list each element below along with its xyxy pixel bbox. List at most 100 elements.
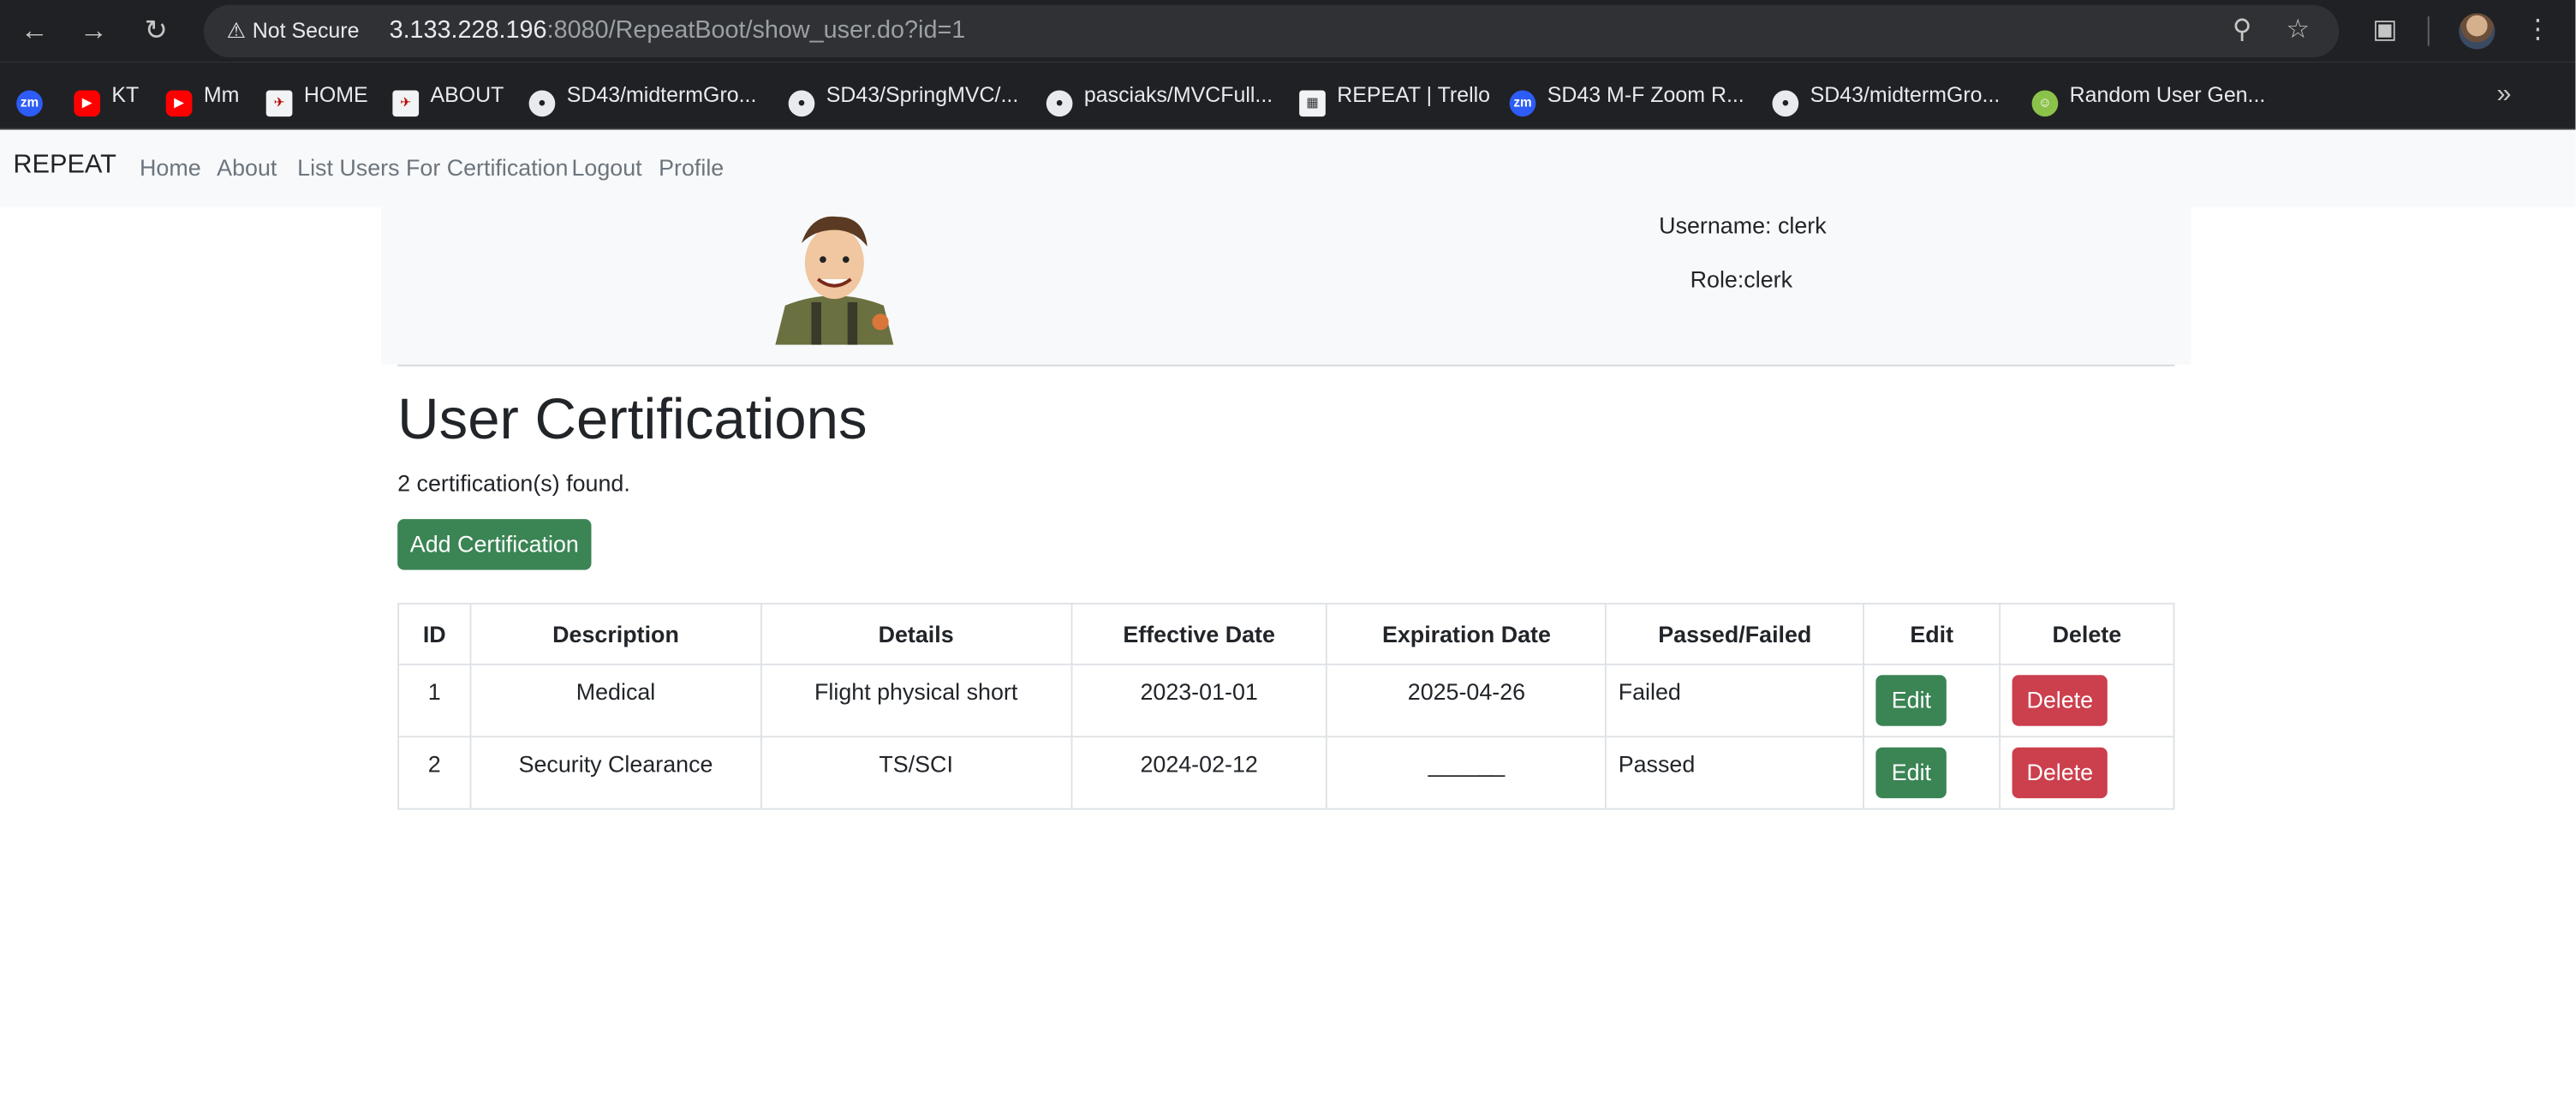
bookmark-label: SD43/midtermGro... <box>566 81 757 107</box>
add-certification-button[interactable]: Add Certification <box>397 519 592 570</box>
cell-details: Flight physical short <box>760 663 1072 738</box>
bookmark-item[interactable]: ● SD43/midtermGro... <box>1772 79 2001 117</box>
url-host: 3.133.228.196 <box>389 16 547 45</box>
cell-effective-date: 2024-02-12 <box>1070 736 1328 810</box>
cell-expiration-date: ______ <box>1326 736 1607 810</box>
forward-arrow-icon[interactable]: → <box>75 13 111 49</box>
security-chip[interactable]: ⚠ Not Secure <box>217 13 369 49</box>
divider <box>397 364 2175 367</box>
nav-about[interactable]: About <box>217 154 277 181</box>
cell-details: TS/SCI <box>760 736 1072 810</box>
column-header: ID <box>397 602 472 665</box>
bookmark-item[interactable]: ☺ Random User Gen... <box>2031 79 2266 117</box>
brand-link[interactable]: REPEAT <box>13 151 116 181</box>
bookmark-label: KT <box>111 81 140 107</box>
github-icon: ● <box>1046 90 1073 117</box>
bookmark-label: SD43/SpringMVC/... <box>826 81 1019 107</box>
bookmark-item[interactable]: ▶ KT <box>74 79 140 117</box>
cell-status: Failed <box>1605 663 1865 738</box>
cell-edit: Edit <box>1863 663 2001 738</box>
cell-description: Security Clearance <box>469 736 762 810</box>
url-text[interactable]: 3.133.228.196:8080/RepeatBoot/show_user.… <box>390 5 966 57</box>
bookmark-item[interactable]: ● SD43/SpringMVC/... <box>788 79 1019 117</box>
back-arrow-icon[interactable]: ← <box>16 13 52 49</box>
bookmark-item[interactable]: ● pasciaks/MVCFull... <box>1046 79 1273 117</box>
column-header: Expiration Date <box>1326 602 1607 665</box>
cell-description: Medical <box>469 663 762 738</box>
bookmark-label: HOME <box>303 81 368 107</box>
edit-button[interactable]: Edit <box>1875 747 1947 799</box>
profile-role: Role:clerk <box>1690 265 1793 293</box>
github-icon: ● <box>528 90 556 117</box>
table-row: 1 Medical Flight physical short 2023-01-… <box>397 663 2175 738</box>
youtube-icon: ▶ <box>165 90 193 117</box>
cell-status: Passed <box>1605 736 1865 810</box>
browser-profile-avatar[interactable] <box>2459 13 2496 50</box>
github-icon: ● <box>1772 90 1799 117</box>
profile-header <box>380 206 2191 365</box>
cell-id: 1 <box>397 663 472 738</box>
reload-icon[interactable]: ↻ <box>138 13 174 49</box>
cell-effective-date: 2023-01-01 <box>1070 663 1328 738</box>
url-path: :8080/RepeatBoot/show_user.do?id=1 <box>546 16 966 45</box>
menu-kebab-icon[interactable]: ⋮ <box>2519 13 2555 49</box>
bookmark-item[interactable]: ● SD43/midtermGro... <box>528 79 757 117</box>
site-navbar: REPEAT Home About List Users For Certifi… <box>0 129 2576 207</box>
column-header: Details <box>760 602 1072 665</box>
nav-home[interactable]: Home <box>140 154 201 181</box>
column-header: Passed/Failed <box>1605 602 1865 665</box>
youtube-icon: ▶ <box>74 90 100 117</box>
bookmark-item[interactable]: ▶ Mm <box>165 79 240 117</box>
security-label: Not Secure <box>252 18 360 43</box>
bookmark-star-icon[interactable]: ☆ <box>2283 16 2313 46</box>
bookmark-label: SD43/midtermGro... <box>1810 81 2001 107</box>
more-bookmarks-chevron-icon[interactable]: » <box>2496 79 2511 111</box>
bookmark-label: Mm <box>203 81 240 107</box>
zoom-icon: zm <box>1509 90 1536 117</box>
random-user-icon: ☺ <box>2031 90 2059 117</box>
edit-button[interactable]: Edit <box>1875 675 1947 726</box>
bookmark-label: REPEAT | Trello <box>1337 81 1491 107</box>
trello-icon: ▦ <box>1299 90 1326 117</box>
cell-edit: Edit <box>1863 736 2001 810</box>
bookmark-item[interactable]: zm SD43 M-F Zoom R... <box>1509 79 1744 117</box>
bookmark-label: Random User Gen... <box>2069 81 2266 107</box>
nav-logout[interactable]: Logout <box>571 154 641 181</box>
bookmark-item[interactable]: ✈ HOME <box>265 79 368 117</box>
table-row: 2 Security Clearance TS/SCI 2024-02-12 _… <box>397 736 2175 810</box>
cell-id: 2 <box>397 736 472 810</box>
bookmark-zoom[interactable]: zm <box>16 79 54 117</box>
zoom-magnifier-icon[interactable]: ⚲ <box>2227 16 2257 46</box>
page: ← → ↻ ⚠ Not Secure 3.133.228.196:8080/Rep… <box>0 0 2576 1109</box>
extensions-puzzle-icon[interactable]: ▣ <box>2367 13 2403 49</box>
toolbar-divider <box>2427 16 2430 46</box>
browser-toolbar: ← → ↻ ⚠ Not Secure 3.133.228.196:8080/Rep… <box>0 0 2576 63</box>
address-bar[interactable]: ⚠ Not Secure 3.133.228.196:8080/RepeatBoo… <box>203 4 2340 58</box>
bookmark-item[interactable]: ▦ REPEAT | Trello <box>1299 79 1491 117</box>
column-header: Description <box>469 602 762 665</box>
certifications-table: ID Description Details Effective Date Ex… <box>397 602 2175 810</box>
cell-expiration-date: 2025-04-26 <box>1326 663 1607 738</box>
column-header: Effective Date <box>1070 602 1328 665</box>
certification-count: 2 certification(s) found. <box>397 469 630 497</box>
warning-triangle-icon: ⚠ <box>226 18 247 43</box>
cell-delete: Delete <box>1999 736 2175 810</box>
bookmark-label: ABOUT <box>430 81 504 107</box>
bookmark-label: pasciaks/MVCFull... <box>1083 81 1273 107</box>
cell-delete: Delete <box>1999 663 2175 738</box>
bookmark-item[interactable]: ✈ ABOUT <box>392 79 504 117</box>
profile-avatar <box>761 206 907 345</box>
column-header: Delete <box>1999 602 2175 665</box>
bookmarks-bar: zm ▶ KT ▶ Mm ✈ HOME ✈ ABOUT ● SD43/midtermGro… <box>0 62 2576 130</box>
zoom-icon: zm <box>16 90 43 117</box>
delete-button[interactable]: Delete <box>2012 747 2108 799</box>
page-icon: ✈ <box>265 90 293 117</box>
delete-button[interactable]: Delete <box>2012 675 2108 726</box>
bookmark-label: SD43 M-F Zoom R... <box>1547 81 1744 107</box>
nav-list-users[interactable]: List Users For Certification <box>297 154 568 181</box>
nav-profile[interactable]: Profile <box>659 154 724 181</box>
page-icon: ✈ <box>392 90 420 117</box>
github-icon: ● <box>788 90 815 117</box>
profile-username: Username: clerk <box>1659 212 1827 239</box>
table-header-row: ID Description Details Effective Date Ex… <box>397 602 2175 665</box>
